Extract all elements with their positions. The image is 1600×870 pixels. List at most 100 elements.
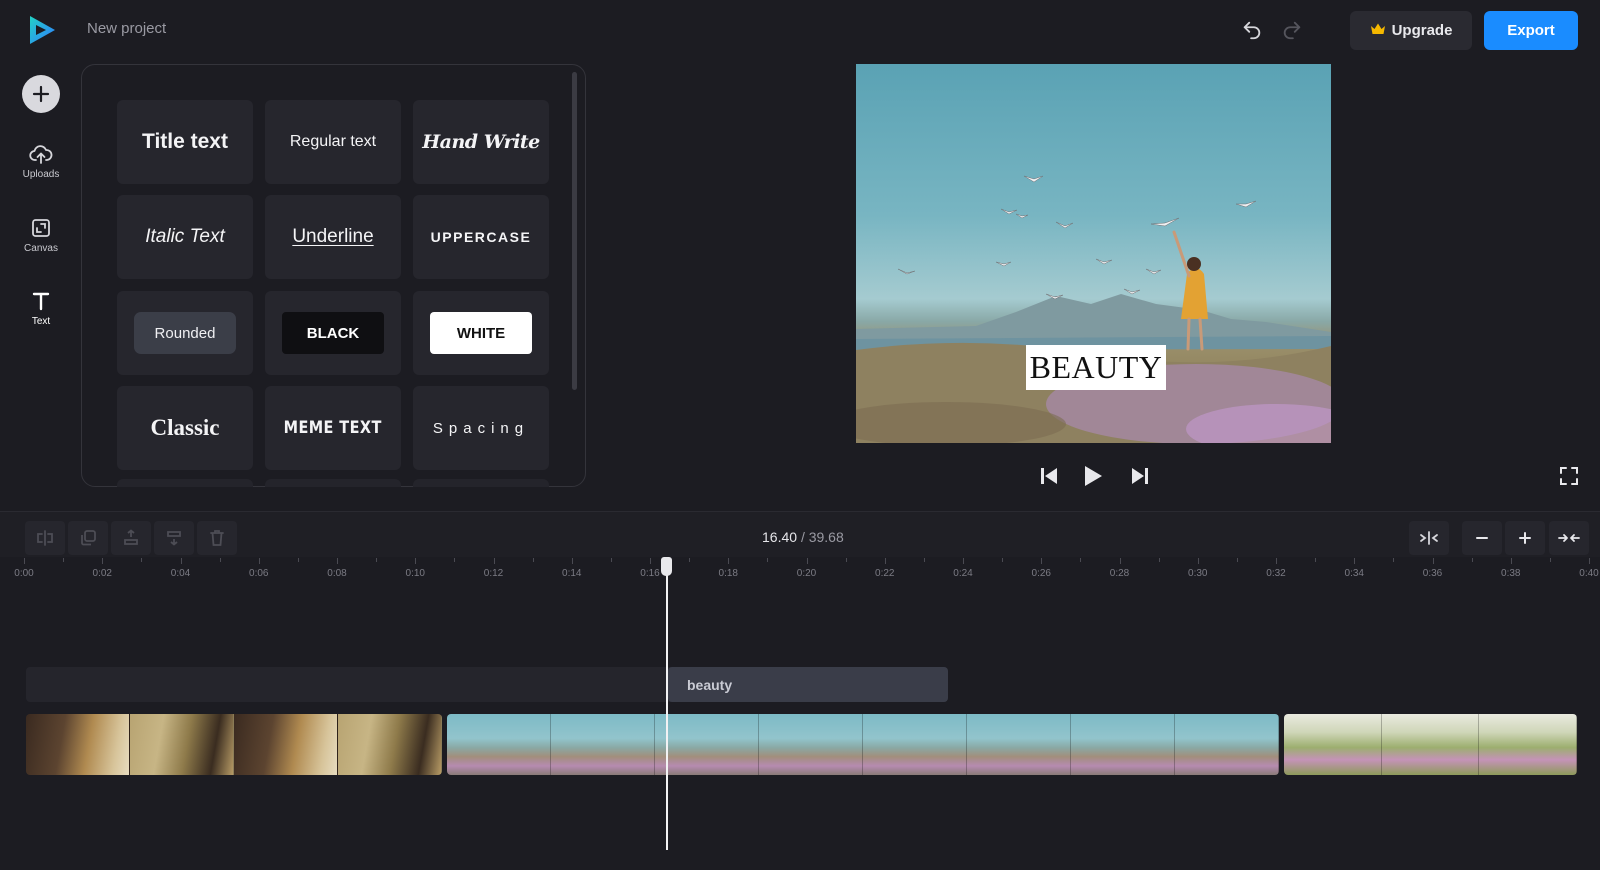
ruler-tick-label: 0:08	[327, 568, 347, 579]
text-style-tile-partial[interactable]	[413, 479, 549, 487]
fit-timeline-button[interactable]	[1409, 521, 1449, 555]
app-logo-icon[interactable]	[26, 14, 58, 46]
text-style-meme[interactable]: MEME TEXT	[265, 386, 401, 470]
ruler-tick	[493, 558, 495, 564]
video-thumbnail	[551, 714, 655, 775]
text-style-tile-partial[interactable]	[265, 479, 401, 487]
ruler-minor-tick	[1080, 558, 1082, 562]
ruler-minor-tick	[532, 558, 534, 562]
ruler-tick-label: 0:04	[170, 568, 191, 579]
text-style-tile-partial[interactable]	[117, 479, 253, 487]
ruler-tick-label: 0:16	[640, 568, 660, 579]
ruler-tick-label: 0:02	[92, 568, 112, 579]
crown-icon	[1370, 22, 1386, 40]
move-down-button[interactable]	[154, 521, 194, 555]
text-style-uppercase[interactable]: UPPERCASE	[413, 195, 549, 279]
text-style-white[interactable]: WHITE	[413, 291, 549, 375]
video-thumbnail	[26, 714, 130, 775]
zoom-out-button[interactable]	[1462, 521, 1502, 555]
zoom-in-button[interactable]	[1505, 521, 1545, 555]
ruler-tick-label: 0:28	[1109, 568, 1130, 579]
ruler-tick-label: 0:06	[249, 568, 269, 579]
skip-forward-icon[interactable]	[1126, 462, 1154, 490]
ruler-minor-tick	[1236, 558, 1238, 562]
ruler-minor-tick	[219, 558, 221, 562]
ruler-tick	[963, 558, 964, 564]
panel-scrollbar[interactable]	[572, 72, 577, 390]
ruler-minor-tick	[1393, 558, 1395, 562]
text-clip[interactable]: beauty	[668, 667, 948, 702]
sidebar-item-uploads[interactable]: Uploads	[10, 143, 72, 193]
delete-button[interactable]	[197, 521, 237, 555]
play-icon[interactable]	[1079, 462, 1107, 490]
skip-back-icon[interactable]	[1035, 462, 1063, 490]
split-button[interactable]	[25, 521, 65, 555]
ruler-minor-tick	[376, 558, 378, 562]
ruler-minor-tick	[1002, 558, 1004, 562]
video-thumbnail	[655, 714, 759, 775]
text-style-label: BLACK	[282, 312, 384, 354]
video-thumbnail	[234, 714, 338, 775]
video-thumbnail	[1071, 714, 1175, 775]
video-thumbnail	[967, 714, 1071, 775]
text-style-italic[interactable]: Italic Text	[117, 195, 253, 279]
text-style-spacing[interactable]: Spacing	[413, 386, 549, 470]
collapse-timeline-button[interactable]	[1549, 521, 1589, 555]
move-up-button[interactable]	[111, 521, 151, 555]
ruler-minor-tick	[454, 558, 456, 562]
playhead-handle[interactable]	[661, 557, 672, 576]
video-clip-3[interactable]	[1284, 714, 1577, 775]
project-name[interactable]: New project	[87, 20, 166, 37]
video-thumbnail	[1479, 714, 1577, 775]
fullscreen-icon[interactable]	[1555, 462, 1583, 490]
ruler-tick-label: 0:34	[1344, 568, 1364, 579]
text-style-regular[interactable]: Regular text	[265, 100, 401, 184]
ruler-tick	[571, 558, 573, 564]
preview-caption-text[interactable]: BEAUTY	[1026, 345, 1166, 390]
ruler-minor-tick	[1471, 558, 1473, 562]
text-style-label: Hand Write	[422, 131, 540, 153]
timeline-toolbar: 16.40 / 39.68	[0, 511, 1600, 557]
text-style-handwrite[interactable]: Hand Write	[413, 100, 549, 184]
ruler-tick	[1119, 558, 1121, 564]
playhead[interactable]	[666, 568, 668, 850]
ruler-tick-label: 0:40	[1579, 568, 1599, 579]
ruler-minor-tick	[845, 558, 847, 562]
ruler-tick-label: 0:26	[1031, 568, 1051, 579]
canvas-icon	[32, 219, 50, 237]
ruler-tick-label: 0:00	[14, 568, 34, 579]
ruler-tick	[337, 558, 338, 564]
add-media-button[interactable]	[22, 75, 60, 113]
video-clip-2[interactable]	[447, 714, 1279, 775]
ruler-tick-label: 0:32	[1266, 568, 1286, 579]
export-button[interactable]: Export	[1484, 11, 1578, 50]
redo-icon[interactable]	[1278, 16, 1306, 44]
text-style-underline[interactable]: Underline	[265, 195, 401, 279]
sidebar-item-canvas[interactable]: Canvas	[10, 217, 72, 267]
ruler-tick-label: 0:18	[718, 568, 738, 579]
text-style-black[interactable]: BLACK	[265, 291, 401, 375]
text-style-label: Spacing	[432, 419, 530, 437]
text-style-title[interactable]: Title text	[117, 100, 253, 184]
text-style-label: Underline	[292, 226, 374, 247]
text-style-classic[interactable]: Classic	[117, 386, 253, 470]
video-clip-1[interactable]	[26, 714, 442, 775]
video-preview[interactable]: BEAUTY	[856, 64, 1331, 443]
text-style-label: UPPERCASE	[430, 229, 532, 245]
ruler-minor-tick	[297, 558, 299, 562]
timeline-ruler[interactable]: 0:00 0:02 0:04 0:06 0:08 0:10 0:12 0:14 0:16 0:18…	[0, 557, 1600, 593]
video-thumbnail	[1175, 714, 1279, 775]
undo-icon[interactable]	[1238, 16, 1266, 44]
duplicate-button[interactable]	[68, 521, 108, 555]
ruler-tick	[1432, 558, 1434, 564]
upgrade-label: Upgrade	[1391, 22, 1453, 39]
upgrade-button[interactable]: Upgrade	[1350, 11, 1472, 50]
ruler-tick	[24, 558, 25, 564]
sidebar-item-text[interactable]: Text	[10, 290, 72, 340]
total-time: 39.68	[808, 529, 844, 545]
upload-cloud-icon	[29, 145, 53, 164]
ruler-tick	[258, 558, 260, 564]
fit-icon	[1420, 531, 1438, 545]
time-readout: 16.40 / 39.68	[762, 529, 844, 545]
text-style-rounded[interactable]: Rounded	[117, 291, 253, 375]
